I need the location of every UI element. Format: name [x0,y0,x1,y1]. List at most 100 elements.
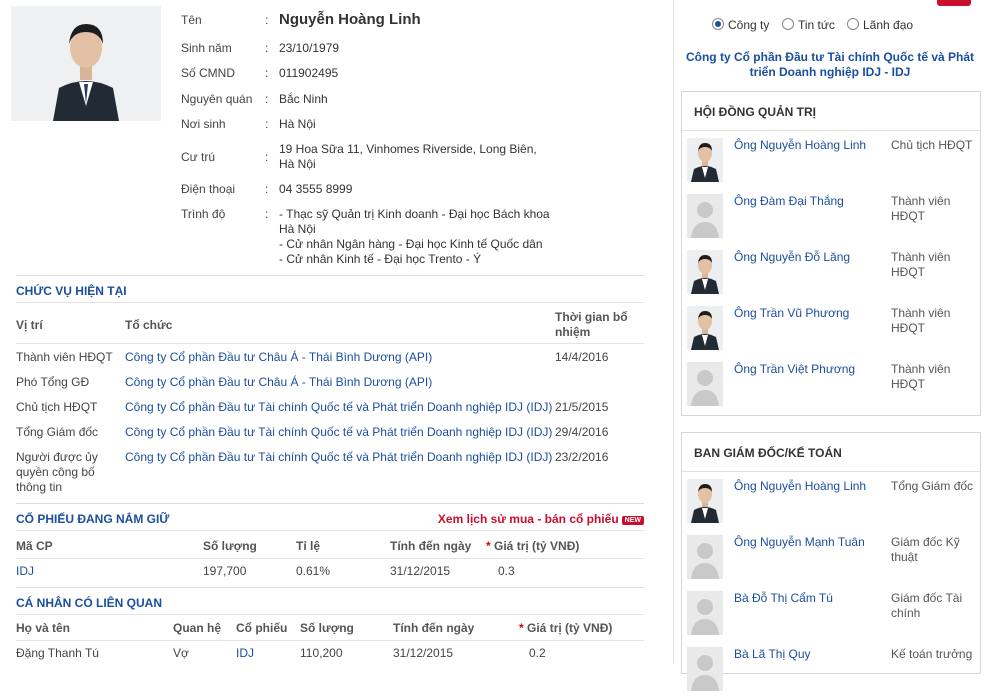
shares-title: CỔ PHIẾU ĐANG NẮM GIỮ [16,512,170,526]
related-code-link[interactable]: IDJ [236,646,254,660]
member-row: Bà Đỗ Thị Cẩm Tú Giám đốc Tài chính [682,591,980,643]
related-name: Đặng Thanh Tú [16,646,99,660]
share-ratio: 0.61% [296,564,331,578]
member-row: Bà Lã Thị Quy Kế toán trưởng [682,647,980,699]
management-title: BAN GIÁM ĐỐC/KẾ TOÁN [694,446,842,460]
position-date: 23/2/2016 [555,450,609,464]
required-star: * [486,539,491,553]
position-role: Người được ủy quyền công bố thông tin [16,450,98,494]
info-separator: : [265,182,269,196]
divider [16,640,644,641]
divider [16,302,644,303]
info-separator: : [265,92,269,106]
search-options: Công ty Tin tức Lãnh đạo [693,0,971,36]
position-date: 29/4/2016 [555,425,609,439]
member-name-link[interactable]: Ông Nguyễn Hoàng Linh [734,479,866,493]
trade-history-link[interactable]: Xem lịch sử mua - bán cổ phiếu NEW [438,512,644,526]
related-section: CÁ NHÂN CÓ LIÊN QUAN Họ và tên Quan hệ C… [16,587,644,665]
member-role: Kế toán trưởng [891,647,973,661]
radio-leader[interactable]: Lãnh đạo [847,18,913,32]
info-label: Cư trú [181,150,216,164]
info-value: Bắc Ninh [279,92,328,106]
col-header-role: Vị trí [16,318,43,332]
member-name-link[interactable]: Ông Trần Việt Phương [734,362,855,376]
position-org-link[interactable]: Công ty Cổ phần Đầu tư Tài chính Quốc tế… [125,425,552,439]
member-role: Thành viên HĐQT [891,362,951,391]
avatar-placeholder-icon [687,194,723,238]
position-date: 14/4/2016 [555,350,609,364]
position-org-link[interactable]: Công ty Cổ phần Đầu tư Châu Á - Thái Bìn… [125,350,432,364]
info-value: 19 Hoa Sữa 11, Vinhomes Riverside, Long … [279,142,537,171]
member-name-link[interactable]: Ông Nguyễn Đỗ Lăng [734,250,850,264]
member-name-link[interactable]: Bà Lã Thị Quy [734,647,811,661]
member-name-link[interactable]: Ông Trần Vũ Phương [734,306,849,320]
position-role: Tổng Giám đốc [16,425,99,439]
profile-photo [11,6,161,121]
member-name-link[interactable]: Bà Đỗ Thị Cẩm Tú [734,591,833,605]
avatar-placeholder-icon [687,647,723,691]
info-separator: : [265,207,269,221]
member-row: Ông Nguyễn Mạnh Tuân Giám đốc Kỹ thuật [682,535,980,587]
position-org-link[interactable]: Công ty Cổ phần Đầu tư Tài chính Quốc tế… [125,400,552,414]
info-separator: : [265,66,269,80]
profile-content: Tên : Nguyễn Hoàng Linh Sinh năm : 23/10… [0,0,672,664]
divider [682,130,980,131]
col-header-date: Tính đến ngày [390,539,472,553]
member-role: Thành viên HĐQT [891,194,951,223]
info-value: 23/10/1979 [279,41,340,55]
info-separator: : [265,150,269,164]
radio-dot [782,18,794,30]
share-date: 31/12/2015 [390,564,451,578]
person-name: Nguyễn Hoàng Linh [279,11,421,28]
related-relation: Vợ [173,646,189,660]
radio-label: Công ty [728,18,770,32]
member-role: Giám đốc Kỹ thuật [891,535,960,564]
member-role: Giám đốc Tài chính [891,591,963,620]
col-header-date: Thời gian bổ nhiệm [555,310,628,339]
related-title: CÁ NHÂN CÓ LIÊN QUAN [16,596,162,610]
position-org-link[interactable]: Công ty Cổ phần Đầu tư Tài chính Quốc tế… [125,450,552,464]
avatar-placeholder-icon [687,535,723,579]
member-row: Ông Trần Vũ Phương Thành viên HĐQT [682,306,980,358]
position-role: Thành viên HĐQT [16,350,113,364]
shares-section: CỔ PHIẾU ĐANG NẮM GIỮ Xem lịch sử mua - … [16,503,644,588]
col-header-code: Mã CP [16,539,53,553]
member-role: Thành viên HĐQT [891,250,951,279]
col-header-name: Họ và tên [16,621,71,635]
radio-news[interactable]: Tin tức [782,18,835,32]
col-header-date: Tính đến ngày [393,621,475,635]
info-label: Số CMND [181,66,236,80]
share-qty: 197,700 [203,564,247,578]
avatar-placeholder-icon [687,362,723,406]
member-row: Ông Nguyễn Hoàng Linh Tổng Giám đốc [682,479,980,531]
member-role: Chủ tịch HĐQT [891,138,973,152]
col-header-value-label: Giá trị (tỷ VNĐ) [494,539,580,553]
search-button-edge[interactable] [937,0,971,6]
radio-dot [712,18,724,30]
info-separator: : [265,13,269,27]
radio-company[interactable]: Công ty [712,18,769,32]
col-header-value: * Giá trị (tỷ VNĐ) [486,539,579,553]
positions-section: CHỨC VỤ HIỆN TẠI Vị trí Tổ chức Thời gia… [16,275,644,504]
member-row: Ông Trần Việt Phương Thành viên HĐQT [682,362,980,414]
member-name-link[interactable]: Ông Nguyễn Hoàng Linh [734,138,866,152]
member-name-link[interactable]: Ông Đàm Đại Thắng [734,194,844,208]
positions-title: CHỨC VỤ HIỆN TẠI [16,284,127,298]
info-separator: : [265,41,269,55]
divider [16,343,644,344]
member-row: Ông Đàm Đại Thắng Thành viên HĐQT [682,194,980,246]
divider [682,471,980,472]
member-row: Ông Nguyễn Đỗ Lăng Thành viên HĐQT [682,250,980,302]
company-name-link[interactable]: Công ty Cổ phần Đầu tư Tài chính Quốc tế… [681,50,979,80]
col-header-qty: Số lượng [300,621,354,635]
col-header-relation: Quan hệ [173,621,222,635]
share-code-link[interactable]: IDJ [16,564,34,578]
column-divider [673,0,674,664]
new-badge: NEW [621,516,644,525]
member-name-link[interactable]: Ông Nguyễn Mạnh Tuân [734,535,865,549]
member-photo [687,250,723,294]
col-header-value-label: Giá trị (tỷ VNĐ) [527,621,613,635]
position-role: Phó Tổng GĐ [16,375,90,389]
position-org-link[interactable]: Công ty Cổ phần Đầu tư Châu Á - Thái Bìn… [125,375,432,389]
member-photo [687,306,723,350]
